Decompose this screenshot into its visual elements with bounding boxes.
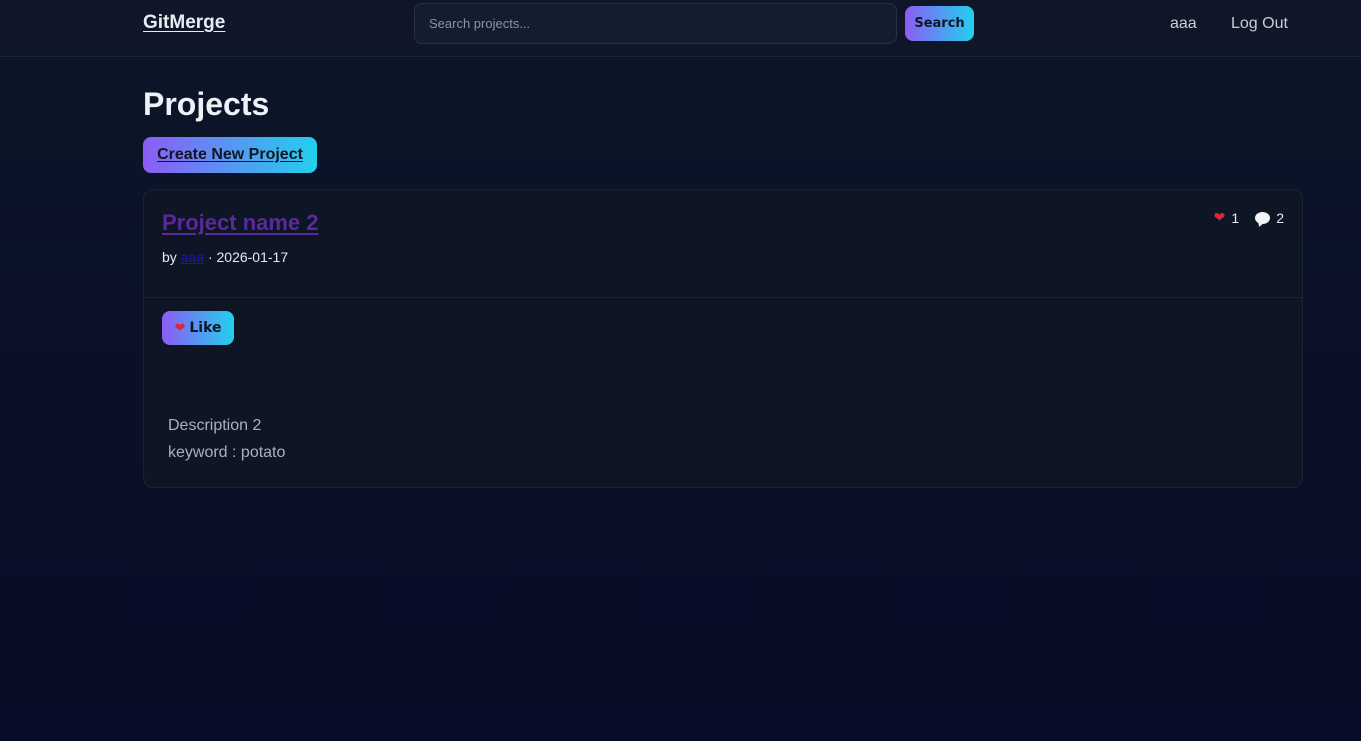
- comments-stat: 2: [1255, 209, 1284, 226]
- comment-icon: [1255, 211, 1271, 224]
- heart-icon: ❤: [1213, 209, 1226, 225]
- brand-link[interactable]: GitMerge: [143, 12, 225, 34]
- create-project-button[interactable]: Create New Project: [143, 137, 317, 173]
- description-text: Description 2: [168, 417, 262, 434]
- likes-stat: ❤ 1: [1214, 209, 1240, 226]
- project-meta: by aaa · 2026-01-17: [162, 249, 288, 265]
- like-button[interactable]: ❤ Like: [162, 311, 234, 345]
- project-title-link[interactable]: Project name 2: [162, 210, 319, 236]
- like-label: Like: [189, 320, 222, 336]
- project-description: Description 2 keyword : potato: [168, 412, 285, 466]
- project-card-header: Project name 2 by aaa · 2026-01-17 ❤ 1 2: [144, 190, 1302, 298]
- heart-icon: ❤: [174, 320, 186, 336]
- likes-count: 1: [1231, 209, 1240, 226]
- search-input[interactable]: [414, 3, 897, 44]
- top-navbar: GitMerge Search aaa Log Out: [0, 0, 1361, 57]
- project-card: Project name 2 by aaa · 2026-01-17 ❤ 1 2…: [143, 189, 1303, 488]
- keyword-text: keyword : potato: [168, 444, 286, 461]
- project-stats: ❤ 1 2: [1214, 209, 1284, 226]
- comments-count: 2: [1276, 209, 1284, 226]
- search-button[interactable]: Search: [905, 6, 974, 41]
- nav-user-link[interactable]: aaa: [1170, 15, 1197, 33]
- meta-separator: ·: [207, 249, 213, 265]
- author-link[interactable]: aaa: [181, 249, 204, 265]
- by-label: by: [162, 249, 177, 265]
- page-title: Projects: [143, 86, 270, 122]
- logout-link[interactable]: Log Out: [1231, 15, 1288, 33]
- project-date: 2026-01-17: [216, 249, 289, 265]
